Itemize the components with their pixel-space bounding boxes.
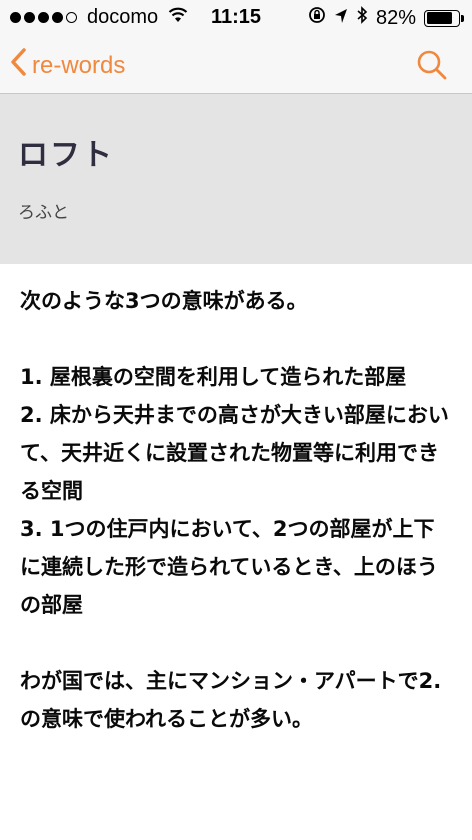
status-bar: docomo 11:15 82% [0, 0, 472, 36]
orientation-lock-icon [308, 6, 326, 30]
definition-item-1: 1. 屋根裏の空間を利用して造られた部屋 [20, 365, 407, 389]
definition-note: わが国では、主にマンション・アパートで2. の意味で使われることが多い。 [20, 669, 449, 731]
bluetooth-icon [356, 6, 368, 30]
word-title: ロフト [18, 138, 114, 173]
back-button-label: re-words [32, 51, 126, 79]
definition-item-3: 3. 1つの住戸内において、2つの部屋が上下に連続した形で造られているとき、上の… [20, 517, 438, 617]
definition-item-2: 2. 床から天井までの高さが大きい部屋において、天井近くに設置された物置等に利用… [20, 403, 449, 503]
battery-percent: 82% [375, 6, 416, 29]
status-right: 82% [308, 6, 464, 30]
battery-icon [424, 9, 464, 27]
navigation-bar: re-words [0, 36, 472, 94]
word-reading: ろふと [18, 203, 69, 223]
location-icon [334, 7, 348, 30]
search-button[interactable] [414, 47, 450, 83]
back-button[interactable]: re-words [10, 48, 125, 83]
battery-fill [426, 12, 452, 24]
definition-intro: 次のような3つの意味がある。 [20, 289, 308, 313]
definition-text: 次のような3つの意味がある。 1. 屋根裏の空間を利用して造られた部屋 2. 床… [20, 282, 450, 738]
search-icon [414, 50, 450, 87]
word-header: ロフト ろふと [0, 94, 472, 264]
chevron-left-icon [10, 48, 26, 83]
